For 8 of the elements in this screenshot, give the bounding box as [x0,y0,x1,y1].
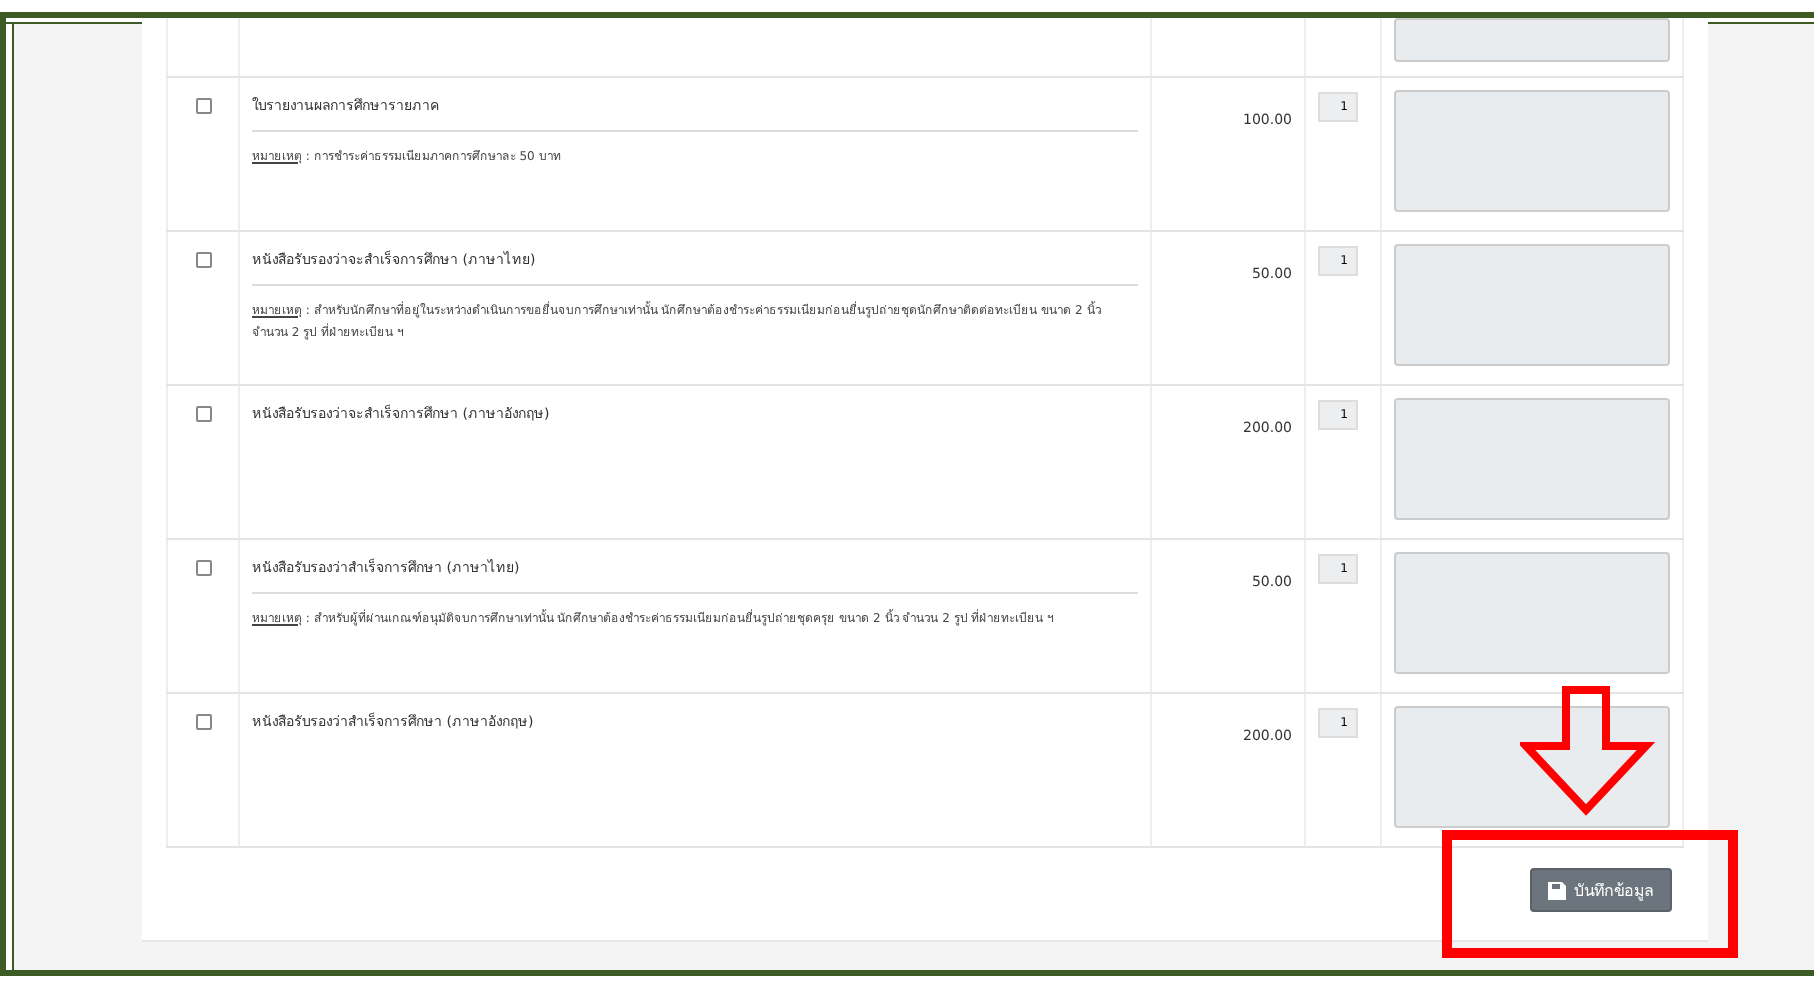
checkbox[interactable] [195,406,211,422]
checkbox[interactable] [195,714,211,730]
down-arrow-drawing [1520,686,1656,818]
checkbox[interactable] [195,252,211,268]
checkbox[interactable] [195,560,211,576]
save-button[interactable]: บันทึกข้อมูล [1530,868,1672,912]
text-area[interactable] [1394,706,1670,828]
checkbox[interactable] [195,98,211,114]
